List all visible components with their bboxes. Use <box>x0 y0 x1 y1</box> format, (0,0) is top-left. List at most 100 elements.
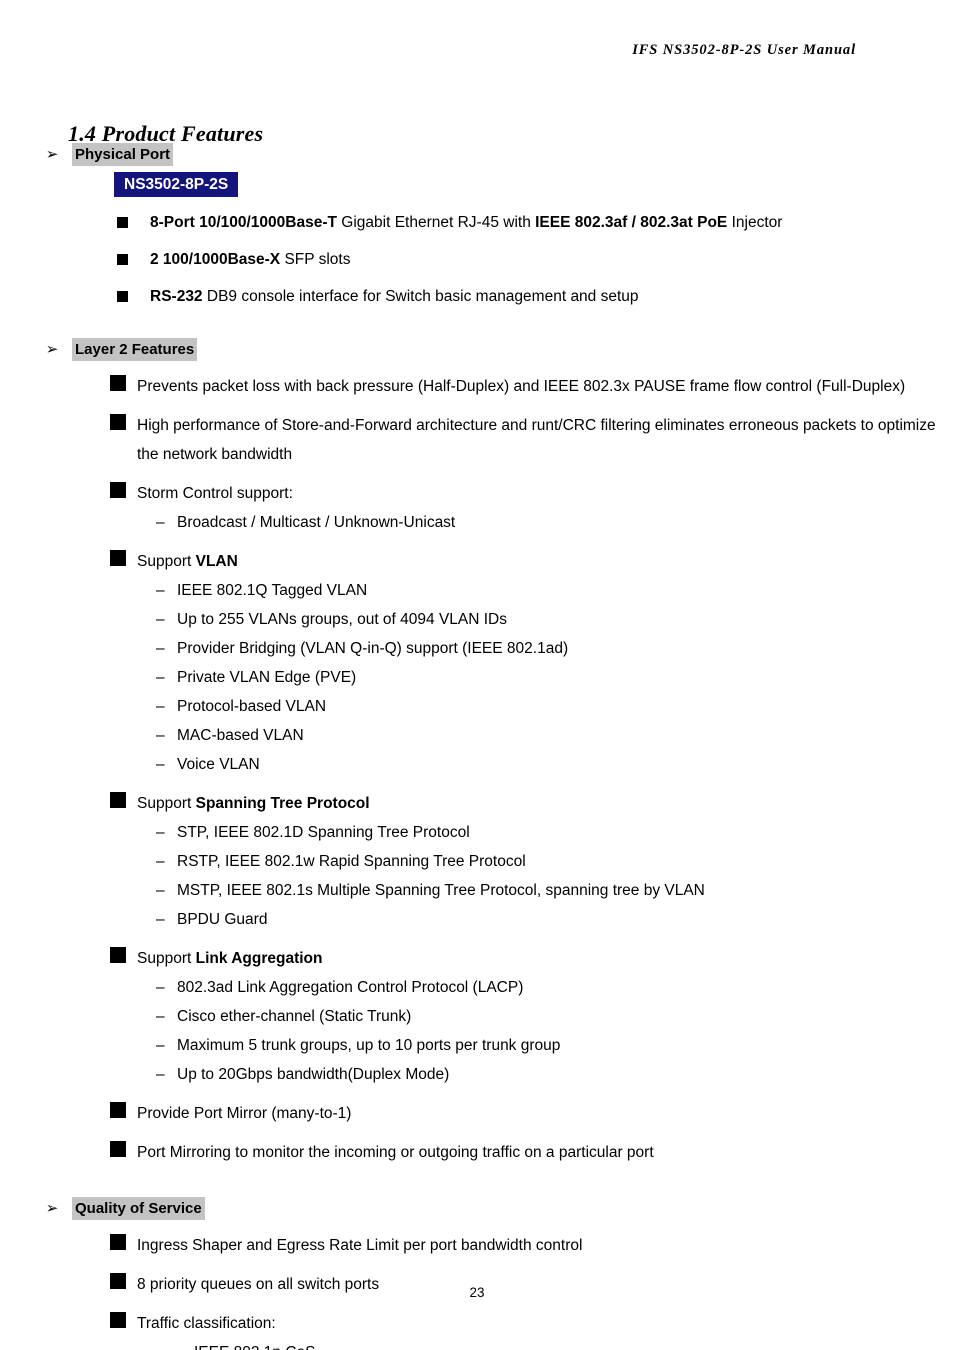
square-bullet-icon <box>110 1141 126 1157</box>
text-run: DB9 console interface for Switch basic m… <box>202 288 639 305</box>
feature-text: Storm Control support: <box>137 479 954 508</box>
feature-subtext: IEEE 802.1Q Tagged VLAN <box>177 582 368 599</box>
document-page: IFS NS3502-8P-2S User Manual 1.4 Product… <box>0 0 954 1350</box>
text-run-bold: IEEE 802.3af / 802.3at PoE <box>535 214 728 231</box>
feature-sublist-item: – Voice VLAN <box>72 750 954 779</box>
text-run: Support <box>137 795 196 812</box>
feature-list-item: 8-Port 10/100/1000Base-T Gigabit Etherne… <box>72 212 954 234</box>
feature-sublist-item: – IEEE 802.1Q Tagged VLAN <box>72 576 954 605</box>
feature-sublist-item: – BPDU Guard <box>72 905 954 934</box>
text-run: Traffic classification: <box>137 1315 276 1332</box>
group-heading: ➢ Quality of Service <box>46 1197 954 1221</box>
dash-bullet-icon: – <box>156 640 165 657</box>
feature-sublist-item: – Cisco ether-channel (Static Trunk) <box>72 1002 954 1031</box>
feature-subtext: Provider Bridging (VLAN Q-in-Q) support … <box>177 640 569 657</box>
text-run-bold: 8-Port 10/100/1000Base-T <box>150 214 337 231</box>
feature-group: ➢ Layer 2 Features Prevents packet loss wi… <box>0 338 954 1197</box>
feature-sublist: – STP, IEEE 802.1D Spanning Tree Protocol… <box>72 818 954 934</box>
feature-plain-subtext: IEEE 802.1p CoS <box>72 1338 954 1350</box>
feature-sublist-item: – MAC-based VLAN <box>72 721 954 750</box>
feature-text: Support Link Aggregation <box>137 944 954 973</box>
feature-sublist-item: – Provider Bridging (VLAN Q-in-Q) support… <box>72 634 954 663</box>
feature-sublist-item: –802.3ad Link Aggregation Control Protoc… <box>72 973 954 1002</box>
feature-sublist-item: – MSTP, IEEE 802.1s Multiple Spanning Tre… <box>72 876 954 905</box>
feature-subtext: Maximum 5 trunk groups, up to 10 ports p… <box>177 1037 561 1054</box>
feature-subtext: Up to 255 VLANs groups, out of 4094 VLAN… <box>177 611 507 628</box>
group-heading-label: Quality of Service <box>72 1197 205 1220</box>
feature-sublist-item: – Private VLAN Edge (PVE) <box>72 663 954 692</box>
text-run: Injector <box>727 214 783 231</box>
text-run: Support <box>137 553 196 570</box>
feature-subtext: BPDU Guard <box>177 911 268 928</box>
feature-sublist: –802.3ad Link Aggregation Control Protoc… <box>72 973 954 1089</box>
model-badge: NS3502-8P-2S <box>114 172 239 197</box>
feature-text: 2 100/1000Base-X SFP slots <box>150 251 351 268</box>
square-bullet-icon <box>110 792 126 808</box>
text-run: High performance of Store-and-Forward ar… <box>137 417 936 463</box>
dash-bullet-icon: – <box>156 582 165 599</box>
text-run: SFP slots <box>280 251 351 268</box>
feature-text: Ingress Shaper and Egress Rate Limit per… <box>137 1231 954 1260</box>
square-bullet-icon <box>110 482 126 498</box>
feature-subtext: Broadcast / Multicast / Unknown-Unicast <box>177 514 456 531</box>
feature-list-item: Provide Port Mirror (many-to-1) <box>72 1099 954 1128</box>
group-heading: ➢ Physical Port <box>46 143 954 167</box>
feature-subtext: Protocol-based VLAN <box>177 698 327 715</box>
page-number: 23 <box>469 1285 485 1300</box>
feature-list-item: Support Link Aggregation <box>72 944 954 973</box>
feature-subtext: MAC-based VLAN <box>177 727 304 744</box>
feature-text: 8-Port 10/100/1000Base-T Gigabit Etherne… <box>150 214 782 231</box>
dash-bullet-icon: – <box>156 824 165 841</box>
feature-sublist-item: – Up to 255 VLANs groups, out of 4094 VLA… <box>72 605 954 634</box>
feature-list-item: Port Mirroring to monitor the incoming o… <box>72 1138 954 1167</box>
feature-subtext: Voice VLAN <box>177 756 260 773</box>
dash-bullet-icon: – <box>156 882 165 899</box>
feature-text: Support VLAN <box>137 547 954 576</box>
feature-list-item: Traffic classification: <box>72 1309 954 1338</box>
text-run: Gigabit Ethernet RJ-45 with <box>336 214 536 231</box>
feature-sublist-item: – Protocol-based VLAN <box>72 692 954 721</box>
dash-bullet-icon: – <box>156 1037 165 1054</box>
text-run: Provide Port Mirror (many-to-1) <box>137 1105 352 1122</box>
feature-text: Traffic classification: <box>137 1309 954 1338</box>
feature-subtext: Up to 20Gbps bandwidth(Duplex Mode) <box>177 1066 450 1083</box>
square-bullet-icon <box>110 414 126 430</box>
feature-text: Provide Port Mirror (many-to-1) <box>137 1099 954 1128</box>
dash-bullet-icon: – <box>156 1008 165 1025</box>
feature-sublist-item: – Maximum 5 trunk groups, up to 10 ports … <box>72 1031 954 1060</box>
dash-bullet-icon: – <box>156 611 165 628</box>
text-run: Port Mirroring to monitor the incoming o… <box>137 1144 654 1161</box>
feature-subtext: RSTP, IEEE 802.1w Rapid Spanning Tree Pr… <box>177 853 526 870</box>
feature-subtext: Private VLAN Edge (PVE) <box>177 669 357 686</box>
feature-group: ➢ Physical Port NS3502-8P-2S 8-Port 10/100/… <box>0 143 954 338</box>
text-run: Ingress Shaper and Egress Rate Limit per… <box>137 1237 583 1254</box>
feature-sublist-item: – Broadcast / Multicast / Unknown-Unicast <box>72 508 954 537</box>
arrow-bullet-icon: ➢ <box>45 146 59 163</box>
feature-list: 8-Port 10/100/1000Base-T Gigabit Etherne… <box>72 212 954 308</box>
square-bullet-icon <box>117 291 128 302</box>
feature-sublist: – Broadcast / Multicast / Unknown-Unicast <box>72 508 954 537</box>
text-run-bold: Spanning Tree Protocol <box>195 795 370 812</box>
group-heading: ➢ Layer 2 Features <box>46 338 954 362</box>
square-bullet-icon <box>110 1312 126 1328</box>
square-bullet-icon <box>110 947 126 963</box>
square-bullet-icon <box>110 1102 126 1118</box>
dash-bullet-icon: – <box>156 756 165 773</box>
feature-group: ➢ Quality of Service Ingress Shaper and Eg… <box>0 1197 954 1350</box>
feature-list: Prevents packet loss with back pressure … <box>72 372 954 1167</box>
feature-text: High performance of Store-and-Forward ar… <box>137 411 954 469</box>
feature-subtext: STP, IEEE 802.1D Spanning Tree Protocol <box>177 824 470 841</box>
feature-sublist-item: – STP, IEEE 802.1D Spanning Tree Protocol <box>72 818 954 847</box>
text-run: Support <box>137 950 196 967</box>
model-badge-row: NS3502-8P-2S <box>72 172 954 197</box>
feature-list-item: Ingress Shaper and Egress Rate Limit per… <box>72 1231 954 1260</box>
dash-bullet-icon: – <box>156 514 165 531</box>
feature-subtext: 802.3ad Link Aggregation Control Protoco… <box>177 979 524 996</box>
text-run-bold: 2 100/1000Base-X <box>150 251 281 268</box>
feature-sublist-item: – Up to 20Gbps bandwidth(Duplex Mode) <box>72 1060 954 1089</box>
document-body: ➢ Physical Port NS3502-8P-2S 8-Port 10/100/… <box>0 143 954 1350</box>
running-header: IFS NS3502-8P-2S User Manual <box>632 42 856 58</box>
feature-list-item: RS-232 DB9 console interface for Switch … <box>72 286 954 308</box>
square-bullet-icon <box>110 375 126 391</box>
